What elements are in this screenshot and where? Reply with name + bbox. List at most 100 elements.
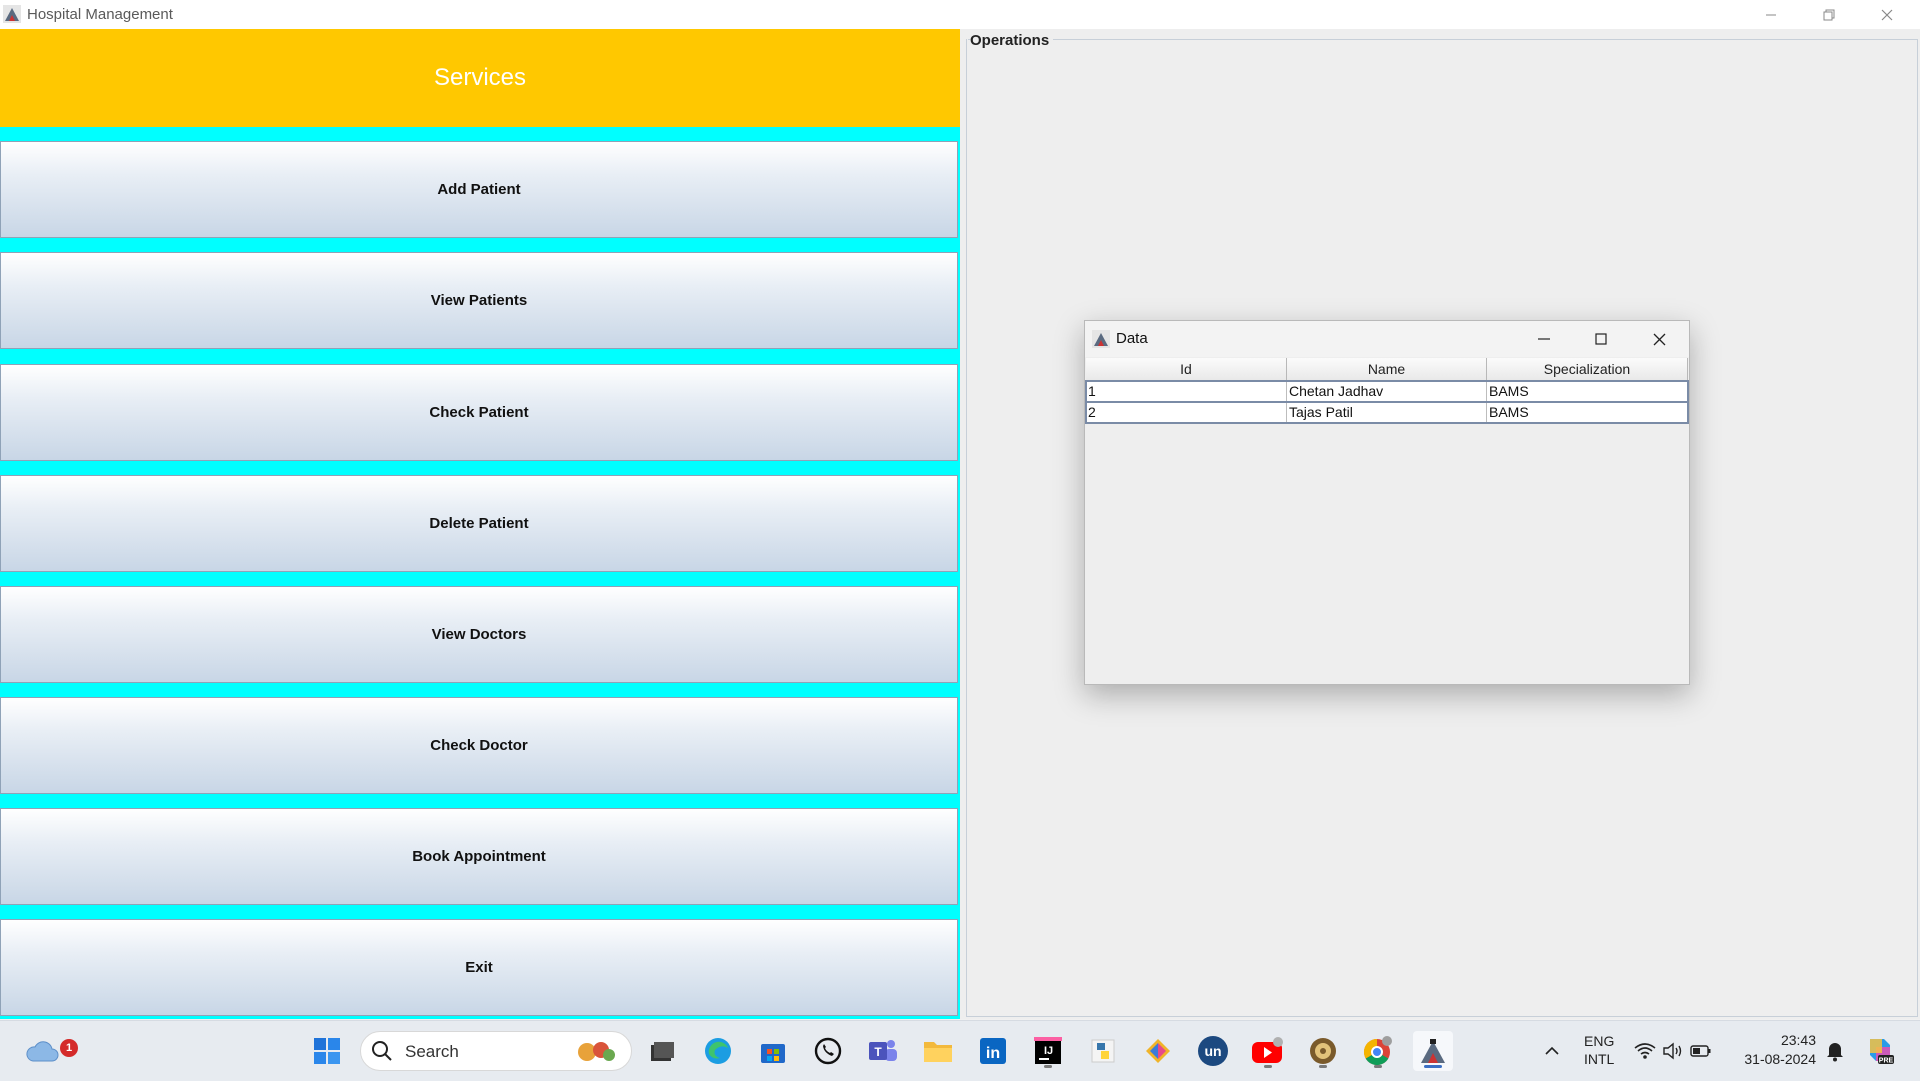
svg-text:in: in xyxy=(986,1045,1000,1062)
minimize-button[interactable] xyxy=(1742,0,1800,29)
taskbar-git[interactable] xyxy=(1138,1031,1178,1071)
running-indicator xyxy=(1319,1065,1327,1068)
cell-name[interactable]: Chetan Jadhav xyxy=(1287,381,1487,401)
cell-specialization[interactable]: BAMS xyxy=(1487,381,1688,401)
running-indicator xyxy=(1264,1065,1272,1068)
youtube-icon xyxy=(1252,1037,1283,1063)
show-hidden-icons-button[interactable] xyxy=(1532,1031,1572,1071)
search-highlight-icon xyxy=(578,1042,615,1061)
minimize-icon xyxy=(1538,338,1550,340)
cell-id[interactable]: 2 xyxy=(1086,402,1287,422)
taskbar-app[interactable] xyxy=(1303,1031,1343,1071)
taskbar-edge[interactable] xyxy=(698,1031,738,1071)
battery-icon xyxy=(1690,1045,1711,1057)
unstop-icon: un xyxy=(1198,1036,1228,1066)
whatsapp-icon xyxy=(814,1037,842,1065)
close-icon xyxy=(1881,9,1893,20)
keyboard-layout: INTL xyxy=(1584,1051,1615,1067)
clock-time: 23:43 xyxy=(1780,1032,1816,1048)
cloud-icon xyxy=(26,1041,59,1062)
bell-icon xyxy=(1827,1043,1843,1062)
close-icon xyxy=(1653,333,1665,345)
taskbar-search[interactable]: Search xyxy=(360,1031,632,1071)
column-header-id[interactable]: Id xyxy=(1086,358,1287,380)
cell-id[interactable]: 1 xyxy=(1086,381,1287,401)
java-app-icon xyxy=(1421,1039,1445,1063)
cell-name[interactable]: Tajas Patil xyxy=(1287,402,1487,422)
taskbar-store[interactable] xyxy=(753,1031,793,1071)
taskbar-teams[interactable]: T xyxy=(863,1031,903,1071)
wifi-icon xyxy=(1634,1043,1656,1059)
search-placeholder: Search xyxy=(405,1042,459,1061)
active-indicator xyxy=(1424,1065,1442,1068)
dialog-close-button[interactable] xyxy=(1631,321,1687,357)
services-header: Services xyxy=(0,29,960,127)
view-patients-button[interactable]: View Patients xyxy=(0,252,958,349)
restore-button[interactable] xyxy=(1800,0,1858,29)
taskbar: 1 Search T in IJ un ENG INTL 23:43 31-08… xyxy=(0,1020,1920,1081)
language-indicator[interactable]: ENG INTL xyxy=(1584,1032,1614,1068)
taskbar-intellij[interactable]: IJ xyxy=(1028,1031,1068,1071)
taskbar-unstop[interactable]: un xyxy=(1193,1031,1233,1071)
table-row[interactable]: 2 Tajas Patil BAMS xyxy=(1085,401,1689,424)
linkedin-icon: in xyxy=(980,1038,1006,1064)
restore-icon xyxy=(1823,9,1835,20)
store-icon xyxy=(761,1044,785,1063)
dialog-minimize-button[interactable] xyxy=(1516,321,1572,357)
close-button[interactable] xyxy=(1858,0,1916,29)
running-indicator xyxy=(1374,1065,1382,1068)
intellij-icon: IJ xyxy=(1034,1037,1062,1064)
taskbar-chrome[interactable] xyxy=(1358,1031,1398,1071)
check-patient-button[interactable]: Check Patient xyxy=(0,364,958,461)
maximize-icon xyxy=(1595,333,1607,345)
add-patient-button[interactable]: Add Patient xyxy=(0,141,958,238)
dialog-titlebar[interactable]: Data xyxy=(1085,321,1689,357)
taskbar-file-explorer[interactable] xyxy=(642,1031,682,1071)
table-row[interactable]: 1 Chetan Jadhav BAMS xyxy=(1085,380,1689,403)
notification-badge: 1 xyxy=(60,1039,78,1057)
notifications-button[interactable] xyxy=(1815,1031,1855,1071)
windows-start-icon xyxy=(314,1038,340,1064)
seal-icon xyxy=(1310,1038,1336,1064)
svg-text:IJ: IJ xyxy=(1044,1045,1053,1057)
git-icon xyxy=(1146,1039,1170,1063)
system-tray-status[interactable] xyxy=(1628,1031,1718,1071)
window-titlebar: Hospital Management xyxy=(0,0,1920,29)
data-table: Id Name Specialization 1 Chetan Jadhav B… xyxy=(1085,358,1689,424)
chrome-icon xyxy=(1363,1036,1392,1066)
column-header-specialization[interactable]: Specialization xyxy=(1487,358,1688,380)
python-icon xyxy=(1091,1039,1115,1063)
start-button[interactable] xyxy=(307,1031,347,1071)
svg-text:T: T xyxy=(874,1045,882,1059)
search-icon xyxy=(372,1041,392,1061)
operations-label: Operations xyxy=(970,32,1054,49)
app-icon xyxy=(3,5,21,23)
taskbar-youtube[interactable] xyxy=(1248,1031,1288,1071)
running-indicator xyxy=(1044,1065,1052,1068)
taskbar-clock[interactable]: 23:43 31-08-2024 xyxy=(1730,1031,1816,1069)
taskbar-linkedin[interactable]: in xyxy=(973,1031,1013,1071)
taskbar-python[interactable] xyxy=(1083,1031,1123,1071)
weather-widget[interactable]: 1 xyxy=(22,1031,78,1071)
dialog-title: Data xyxy=(1116,330,1148,347)
copilot-button[interactable]: PRE xyxy=(1860,1031,1900,1071)
window-title: Hospital Management xyxy=(27,6,173,23)
taskbar-folder[interactable] xyxy=(918,1031,958,1071)
exit-button[interactable]: Exit xyxy=(0,919,958,1016)
delete-patient-button[interactable]: Delete Patient xyxy=(0,475,958,572)
column-header-name[interactable]: Name xyxy=(1287,358,1487,380)
view-doctors-button[interactable]: View Doctors xyxy=(0,586,958,683)
copilot-icon: PRE xyxy=(1870,1039,1894,1065)
folder-icon xyxy=(924,1042,952,1062)
minimize-icon xyxy=(1766,14,1776,15)
dialog-maximize-button[interactable] xyxy=(1573,321,1629,357)
book-appointment-button[interactable]: Book Appointment xyxy=(0,808,958,905)
edge-icon xyxy=(705,1038,731,1064)
cell-specialization[interactable]: BAMS xyxy=(1487,402,1688,422)
check-doctor-button[interactable]: Check Doctor xyxy=(0,697,958,794)
operations-divider xyxy=(968,39,1918,40)
taskbar-hospital-app[interactable] xyxy=(1413,1031,1453,1071)
taskbar-whatsapp[interactable] xyxy=(808,1031,848,1071)
table-header: Id Name Specialization xyxy=(1086,358,1688,381)
language-code: ENG xyxy=(1584,1033,1615,1049)
